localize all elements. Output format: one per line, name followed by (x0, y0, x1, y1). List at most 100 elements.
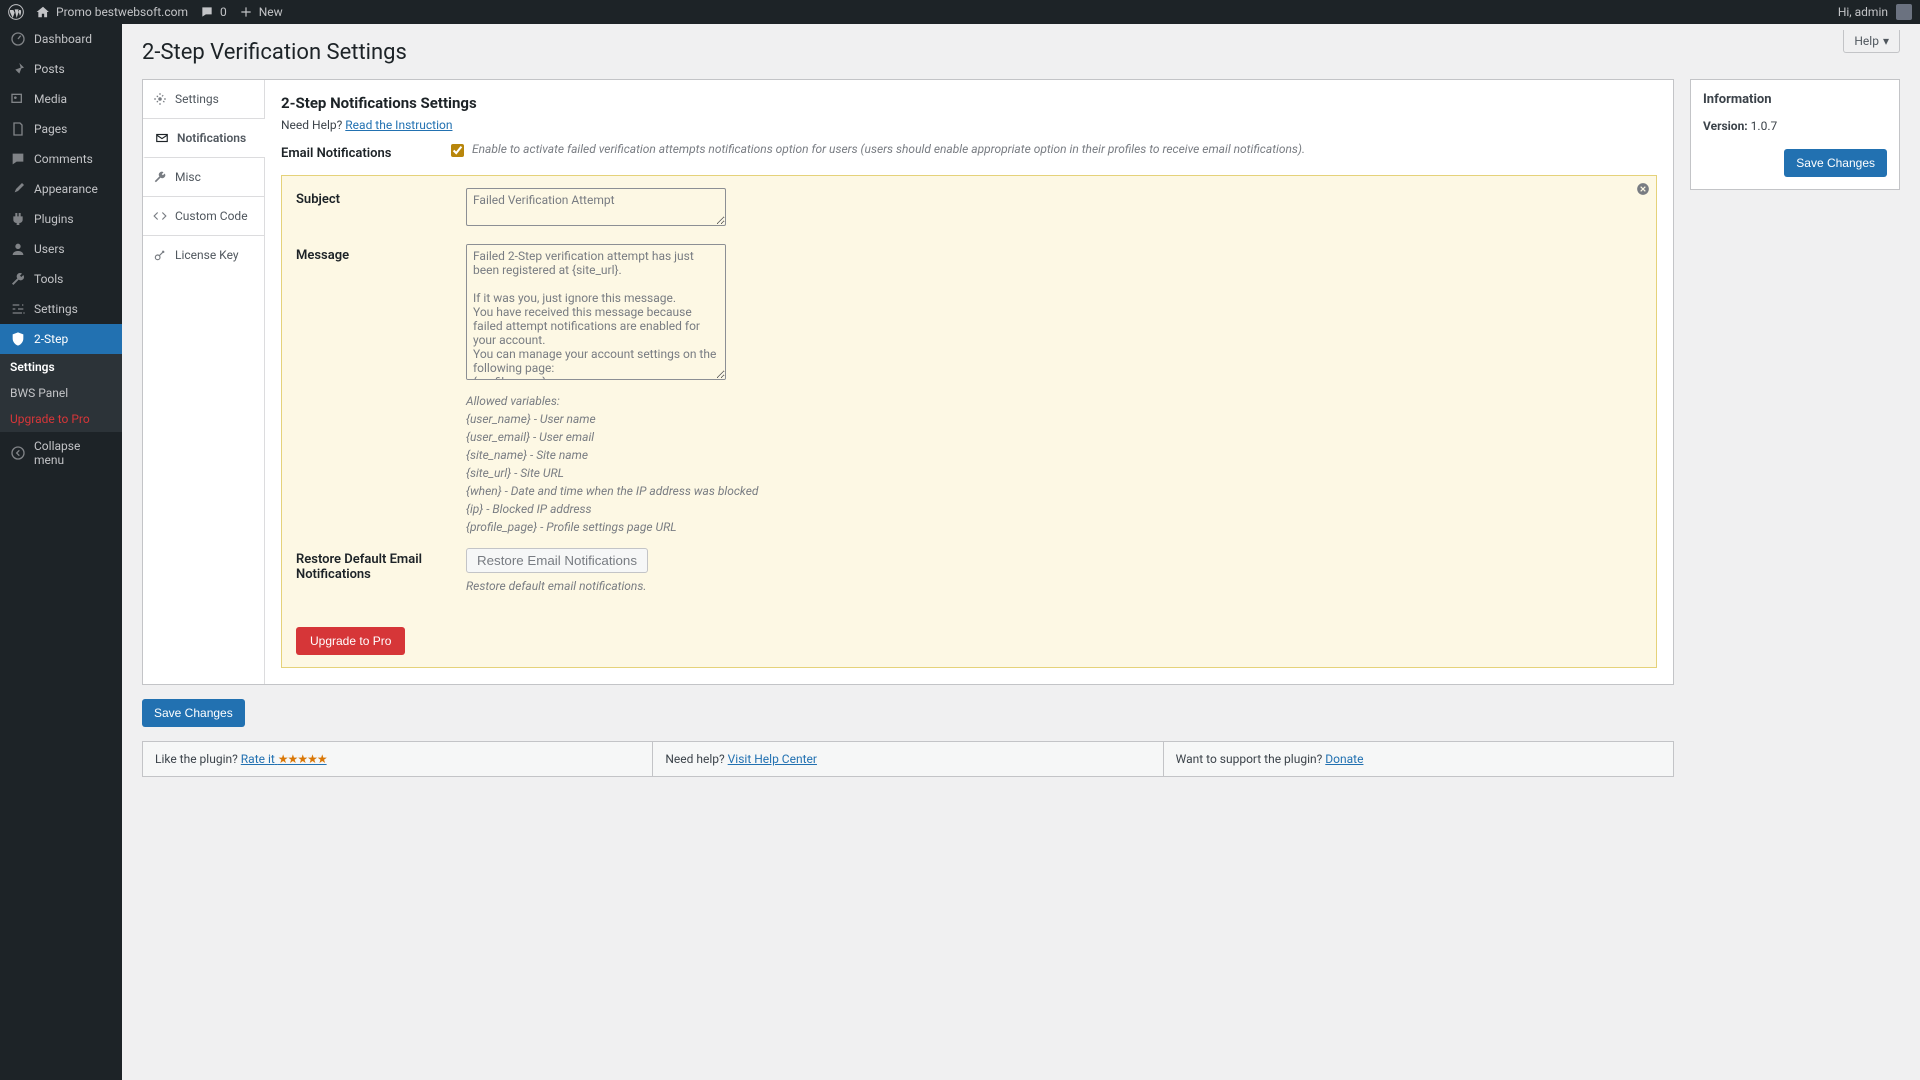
sidebar-item-posts[interactable]: Posts (0, 54, 122, 84)
email-notifications-label: Email Notifications (281, 142, 431, 161)
admin-bar: Promo bestwebsoft.com 0 New Hi, admin (0, 0, 1920, 24)
page-title: 2-Step Verification Settings (142, 40, 1900, 65)
footer-bar: Like the plugin? Rate it ★★★★★ Need help… (142, 741, 1674, 777)
allowed-variables: Allowed variables: {user_name} - User na… (466, 394, 1642, 534)
sidebar-label-2step: 2-Step (34, 332, 68, 346)
greeting[interactable]: Hi, admin (1838, 5, 1888, 19)
tab-label-custom-code: Custom Code (175, 209, 248, 223)
new-label: New (259, 5, 283, 19)
var-when: {when} - Date and time when the IP addre… (466, 484, 1642, 498)
help-label: Help (1854, 34, 1879, 48)
footer-rate: Like the plugin? Rate it ★★★★★ (143, 742, 653, 776)
upgrade-to-pro-button[interactable]: Upgrade to Pro (296, 627, 405, 655)
comments-count: 0 (220, 5, 227, 19)
shield-icon (10, 331, 26, 347)
comment-icon (200, 5, 214, 19)
brush-icon (10, 181, 26, 197)
sidebar-item-pages[interactable]: Pages (0, 114, 122, 144)
sidebar-label-media: Media (34, 92, 67, 106)
tab-settings[interactable]: Settings (143, 80, 264, 119)
restore-hint: Restore default email notifications. (466, 579, 1642, 593)
sidebar-label-tools: Tools (34, 272, 63, 286)
var-user-name: {user_name} - User name (466, 412, 1642, 426)
code-icon (153, 209, 167, 223)
sidebar-submenu: Settings BWS Panel Upgrade to Pro (0, 354, 122, 432)
submenu-bws-panel[interactable]: BWS Panel (0, 380, 122, 406)
subject-label: Subject (296, 188, 446, 207)
wrench-icon (10, 271, 26, 287)
rate-link[interactable]: Rate it ★★★★★ (241, 752, 327, 766)
home-icon (36, 5, 50, 19)
subject-textarea[interactable]: Failed Verification Attempt (466, 188, 726, 226)
help-button[interactable]: Help ▾ (1843, 30, 1900, 53)
sidebar-label-users: Users (34, 242, 65, 256)
sidebar-item-appearance[interactable]: Appearance (0, 174, 122, 204)
version-line: Version: 1.0.7 (1703, 119, 1887, 133)
tab-label-license: License Key (175, 248, 239, 262)
tab-misc[interactable]: Misc (143, 158, 264, 197)
version-label: Version: (1703, 119, 1748, 133)
close-icon[interactable] (1636, 182, 1650, 196)
footer-help: Need help? Visit Help Center (653, 742, 1163, 776)
submenu-upgrade[interactable]: Upgrade to Pro (0, 406, 122, 432)
footer-need-help-text: Need help? (665, 752, 724, 766)
tab-custom-code[interactable]: Custom Code (143, 197, 264, 236)
collapse-menu[interactable]: Collapse menu (0, 432, 122, 474)
new-link[interactable]: New (239, 5, 283, 19)
sidebar-item-2step[interactable]: 2-Step (0, 324, 122, 354)
sidebar-item-plugins[interactable]: Plugins (0, 204, 122, 234)
restore-button[interactable]: Restore Email Notifications (466, 548, 648, 573)
section-heading: 2-Step Notifications Settings (281, 94, 1657, 112)
restore-label: Restore Default Email Notifications (296, 548, 446, 582)
envelope-icon (155, 131, 169, 145)
plus-icon (239, 5, 253, 19)
var-user-email: {user_email} - User email (466, 430, 1642, 444)
email-notifications-hint: Enable to activate failed verification a… (472, 142, 1305, 156)
footer-support-text: Want to support the plugin? (1176, 752, 1323, 766)
site-link[interactable]: Promo bestwebsoft.com (36, 5, 188, 19)
need-help-text: Need Help? (281, 118, 342, 132)
user-icon (10, 241, 26, 257)
comment-icon (10, 151, 26, 167)
donate-link[interactable]: Donate (1325, 752, 1363, 766)
footer-donate: Want to support the plugin? Donate (1164, 742, 1673, 776)
help-line: Need Help? Read the Instruction (281, 118, 1657, 132)
sidebar-item-tools[interactable]: Tools (0, 264, 122, 294)
sidebar-item-dashboard[interactable]: Dashboard (0, 24, 122, 54)
tab-label-settings: Settings (175, 92, 219, 106)
sidebar-item-media[interactable]: Media (0, 84, 122, 114)
sidebar-item-settings[interactable]: Settings (0, 294, 122, 324)
tab-notifications[interactable]: Notifications (143, 119, 265, 158)
dashboard-icon (10, 31, 26, 47)
tab-license[interactable]: License Key (143, 236, 264, 274)
sliders-icon (10, 301, 26, 317)
sidebar-item-comments[interactable]: Comments (0, 144, 122, 174)
pin-icon (10, 61, 26, 77)
sidebar-label-pages: Pages (34, 122, 67, 136)
email-notifications-checkbox[interactable] (451, 144, 464, 157)
visit-help-link[interactable]: Visit Help Center (728, 752, 817, 766)
save-changes-button[interactable]: Save Changes (142, 699, 245, 727)
info-heading: Information (1703, 92, 1887, 107)
sidebar-label-settings: Settings (34, 302, 78, 316)
collapse-label: Collapse menu (34, 439, 112, 467)
wordpress-logo-icon (8, 4, 24, 20)
avatar[interactable] (1896, 4, 1912, 20)
submenu-settings[interactable]: Settings (0, 354, 122, 380)
gear-icon (153, 92, 167, 106)
pro-feature-box: Subject Failed Verification Attempt Mess… (281, 175, 1657, 668)
vars-heading: Allowed variables: (466, 394, 1642, 408)
tab-label-notifications: Notifications (177, 131, 246, 145)
comments-link[interactable]: 0 (200, 5, 227, 19)
sidebar-item-users[interactable]: Users (0, 234, 122, 264)
key-icon (153, 248, 167, 262)
collapse-icon (10, 445, 26, 461)
wp-logo[interactable] (8, 4, 24, 20)
rate-label: Rate it (241, 752, 275, 766)
version-value: 1.0.7 (1751, 119, 1778, 133)
read-instruction-link[interactable]: Read the Instruction (345, 118, 452, 132)
var-profile-page: {profile_page} - Profile settings page U… (466, 520, 1642, 534)
information-box: Information Version: 1.0.7 Save Changes (1690, 79, 1900, 190)
message-textarea[interactable]: Failed 2-Step verification attempt has j… (466, 244, 726, 380)
info-save-button[interactable]: Save Changes (1784, 149, 1887, 177)
